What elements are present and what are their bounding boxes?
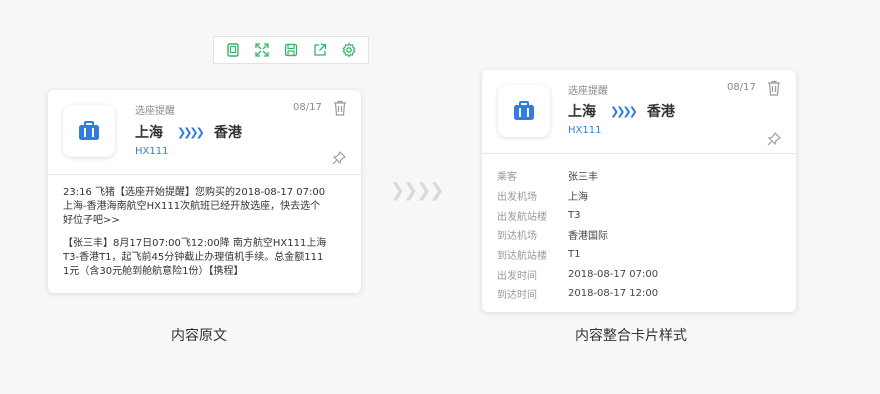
- category-label: 选座提醒: [135, 106, 175, 117]
- fullscreen-button[interactable]: [251, 39, 273, 61]
- save-button[interactable]: [280, 39, 302, 61]
- message-line: T3-香港T1，起飞前45分钟截止办理值机手续。总金额111: [63, 252, 324, 263]
- save-icon: [284, 43, 298, 57]
- detail-row: 乘客 张三丰: [497, 166, 658, 186]
- suitcase-icon: [79, 121, 99, 140]
- route: 上海 ❯❯❯❯ 香港: [568, 101, 675, 121]
- caption-original: 内容原文: [171, 328, 227, 344]
- departure-city: 上海: [135, 125, 163, 141]
- detail-row: 到达机场 香港国际: [497, 225, 658, 245]
- detail-value: 2018-08-17 07:00: [568, 268, 659, 280]
- divider: [48, 174, 361, 175]
- arrival-city: 香港: [213, 125, 242, 141]
- message-text-2: 【张三丰】8月17日07:00飞12:00降 南方航空HX111上海 T3-香港…: [63, 237, 353, 279]
- card-toolbar: [213, 36, 369, 64]
- detail-row: 出发航站楼 T3: [497, 205, 658, 225]
- detail-key: 出发航站楼: [497, 211, 547, 223]
- copy-button[interactable]: [222, 39, 244, 61]
- detail-key: 到达时间: [497, 290, 537, 302]
- flight-number: HX111: [568, 125, 602, 136]
- message-line: 23:16 飞猪【选座开始提醒】您购买的2018-08-17 07:00: [63, 187, 326, 198]
- arrival-city: 香港: [646, 104, 675, 120]
- detail-key: 出发机场: [497, 192, 537, 204]
- fullscreen-icon: [255, 43, 269, 57]
- structured-card: 选座提醒 08/17 上海 ❯❯❯❯ 香港 HX111 乘客 张三丰 出发机场 上海…: [482, 70, 796, 312]
- detail-key: 出发时间: [497, 270, 537, 282]
- detail-row: 到达航站楼 T1: [497, 245, 658, 265]
- detail-key: 乘客: [497, 172, 517, 184]
- trash-icon: [768, 80, 780, 96]
- settings-icon: [342, 42, 356, 58]
- app-icon: [63, 105, 115, 157]
- route-arrows: ❯❯❯❯: [610, 104, 638, 118]
- message-line: 【张三丰】8月17日07:00飞12:00降 南方航空HX111上海: [63, 238, 327, 249]
- message-line: 好位子吧>>: [63, 215, 120, 226]
- detail-key: 到达机场: [497, 231, 537, 243]
- suitcase-icon: [514, 101, 534, 120]
- app-icon: [498, 85, 550, 137]
- pin-icon: [767, 132, 781, 146]
- settings-button[interactable]: [338, 39, 360, 61]
- divider: [482, 153, 796, 154]
- detail-row: 出发时间 2018-08-17 07:00: [497, 264, 658, 284]
- detail-value: 2018-08-17 12:00: [568, 288, 659, 300]
- delete-button[interactable]: [333, 100, 347, 120]
- route: 上海 ❯❯❯❯ 香港: [135, 122, 242, 142]
- caption-card-style: 内容整合卡片样式: [575, 328, 687, 344]
- detail-row: 出发机场 上海: [497, 186, 658, 206]
- copy-icon: [226, 43, 239, 57]
- transform-arrows: ❯ ❯ ❯ ❯: [390, 180, 445, 201]
- share-icon: [314, 43, 327, 56]
- pin-icon: [332, 151, 346, 165]
- message-line: 1元（含30元舱到舱航意险1份）【携程】: [63, 266, 244, 277]
- pin-button[interactable]: [767, 131, 781, 150]
- detail-list: 乘客 张三丰 出发机场 上海 出发航站楼 T3 到达机场 香港国际 到达航站楼 T1 出发…: [497, 166, 658, 304]
- date-label: 08/17: [727, 82, 756, 93]
- detail-row: 到达时间 2018-08-17 12:00: [497, 284, 658, 304]
- date-label: 08/17: [293, 102, 322, 113]
- detail-key: 到达航站楼: [497, 251, 547, 263]
- pin-button[interactable]: [332, 150, 346, 169]
- trash-icon: [334, 100, 346, 116]
- raw-message-card: 选座提醒 08/17 上海 ❯❯❯❯ 香港 HX111 23:16 飞猪【选座开…: [48, 90, 361, 293]
- delete-button[interactable]: [767, 80, 781, 100]
- detail-value: 香港国际: [568, 231, 608, 243]
- detail-value: T1: [568, 249, 581, 261]
- detail-value: 张三丰: [568, 172, 598, 184]
- category-label: 选座提醒: [568, 86, 608, 97]
- departure-city: 上海: [568, 104, 596, 120]
- detail-value: 上海: [568, 192, 588, 204]
- detail-value: T3: [568, 209, 581, 221]
- message-text-1: 23:16 飞猪【选座开始提醒】您购买的2018-08-17 07:00 上海-…: [63, 186, 353, 228]
- route-arrows: ❯❯❯❯: [177, 125, 205, 139]
- flight-number: HX111: [135, 146, 169, 157]
- share-button[interactable]: [309, 39, 331, 61]
- message-line: 上海-香港海南航空HX111次航班已经开放选座，快去选个: [63, 201, 321, 212]
